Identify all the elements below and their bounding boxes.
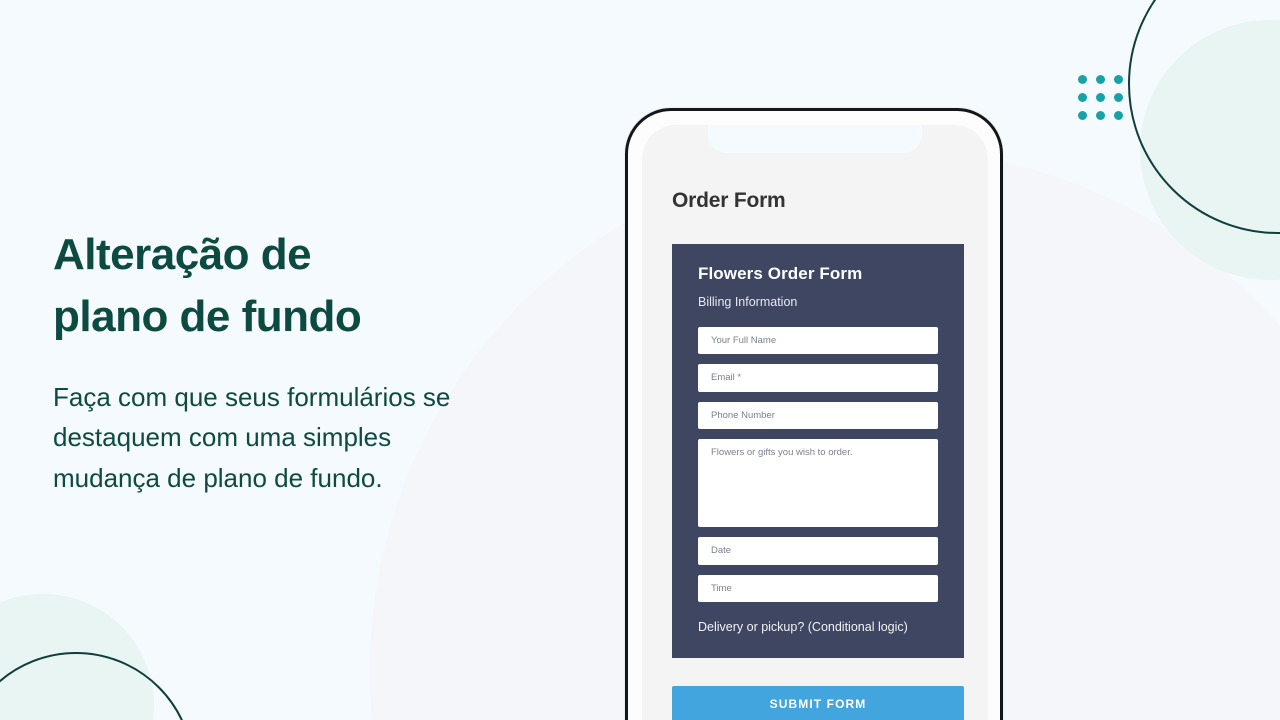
grid-dot — [1096, 93, 1105, 102]
submit-form-button[interactable]: SUBMIT FORM — [672, 686, 964, 720]
grid-dot — [1096, 75, 1105, 84]
copy-column: Alteração de plano de fundo Faça com que… — [53, 224, 573, 498]
phone-screen: Order Form Flowers Order Form Billing In… — [642, 125, 988, 720]
grid-dot — [1078, 93, 1087, 102]
slide-canvas: Alteração de plano de fundo Faça com que… — [0, 0, 1280, 720]
form-page-heading: Order Form — [672, 189, 786, 212]
mint-circle-top-right — [1140, 20, 1280, 280]
email-input[interactable]: Email * — [698, 364, 938, 392]
grid-dot — [1078, 75, 1087, 84]
order-form-card: Flowers Order Form Billing Information Y… — [672, 244, 964, 658]
grid-dot — [1114, 111, 1123, 120]
phone-notch — [708, 125, 922, 153]
form-card-subtitle: Billing Information — [698, 295, 798, 309]
outline-ring-bottom-left — [0, 652, 194, 720]
order-details-textarea[interactable]: Flowers or gifts you wish to order. — [698, 439, 938, 528]
page-title: Alteração de plano de fundo — [53, 230, 362, 341]
phone-number-input[interactable]: Phone Number — [698, 401, 938, 430]
date-input[interactable]: Date — [698, 537, 938, 565]
page-subtitle: Faça com que seus formulários se destaqu… — [53, 382, 451, 493]
time-input[interactable]: Time — [698, 574, 938, 602]
grid-dot — [1096, 111, 1105, 120]
mint-circle-bottom-left — [0, 594, 154, 720]
phone-mockup: Order Form Flowers Order Form Billing In… — [625, 108, 1003, 720]
dot-grid-icon — [1078, 75, 1123, 120]
conditional-logic-note: Delivery or pickup? (Conditional logic) — [698, 619, 908, 634]
outline-ring-top-right — [1128, 0, 1280, 234]
grid-dot — [1078, 111, 1087, 120]
form-card-title: Flowers Order Form — [698, 264, 863, 283]
grid-dot — [1114, 75, 1123, 84]
grid-dot — [1114, 93, 1123, 102]
full-name-input[interactable]: Your Full Name — [698, 327, 938, 355]
